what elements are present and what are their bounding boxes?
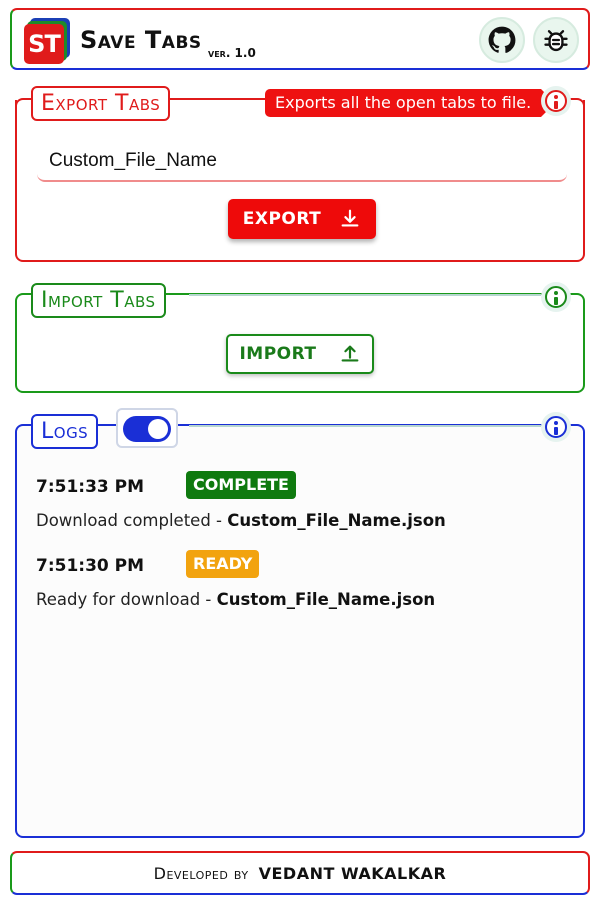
app-version: ver. 1.0 (208, 46, 256, 60)
export-tabs-title: Export Tabs (31, 86, 171, 121)
logo-text: ST (24, 24, 64, 64)
log-message: Ready for download - Custom_File_Name.js… (36, 590, 436, 609)
developed-by-label: Developed by (153, 863, 249, 883)
upload-icon (341, 345, 358, 362)
app-title: Save Tabs (80, 26, 202, 54)
log-message: Download completed - Custom_File_Name.js… (36, 511, 446, 530)
app-logo: ST (24, 18, 72, 66)
report-bug-button[interactable] (533, 17, 579, 63)
download-icon (341, 209, 359, 227)
export-tabs-card: Export Tabs Exports all the open tabs to… (15, 86, 585, 262)
log-time: 7:51:33 PM (36, 477, 145, 497)
logs-toggle[interactable] (123, 416, 171, 442)
logs-card: Logs 7:51:33 PM COMPLETE Download comple… (15, 408, 585, 838)
app-header: ST Save Tabs ver. 1.0 (10, 8, 590, 70)
logs-title: Logs (31, 414, 99, 449)
import-info-icon[interactable] (541, 282, 571, 312)
import-button-label: IMPORT (239, 344, 317, 364)
log-file-name: Custom_File_Name.json (216, 590, 436, 609)
export-button-label: EXPORT (242, 209, 322, 229)
status-badge: COMPLETE (186, 471, 296, 499)
app-footer: Developed by VEDANT WAKALKAR (10, 851, 590, 895)
import-tabs-card: Import Tabs IMPORT (15, 282, 585, 393)
log-file-name: Custom_File_Name.json (227, 511, 446, 530)
logs-toggle-container (116, 408, 178, 448)
status-badge: READY (186, 550, 260, 578)
import-button[interactable]: IMPORT (226, 334, 374, 374)
github-button[interactable] (479, 17, 525, 63)
bug-icon (544, 30, 568, 52)
logs-info-icon[interactable] (541, 412, 571, 442)
import-tabs-title: Import Tabs (31, 283, 166, 318)
github-icon (488, 26, 516, 53)
author-name[interactable]: VEDANT WAKALKAR (259, 864, 447, 883)
export-button[interactable]: EXPORT (228, 199, 376, 239)
log-time: 7:51:30 PM (36, 556, 145, 576)
export-info-icon[interactable] (541, 86, 571, 116)
file-name-input[interactable] (37, 142, 567, 182)
export-tooltip: Exports all the open tabs to file. (265, 89, 556, 117)
